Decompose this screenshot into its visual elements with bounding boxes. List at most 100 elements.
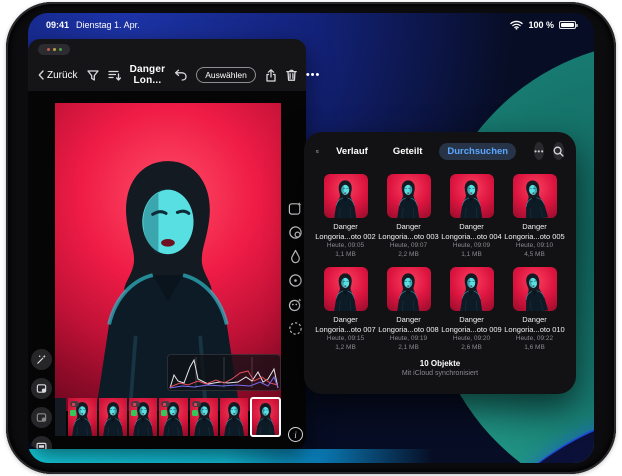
tab-verlauf[interactable]: Verlauf — [328, 143, 376, 160]
delete-button[interactable] — [286, 69, 297, 81]
photo-thumbnail[interactable] — [324, 267, 368, 311]
raw-badge — [192, 401, 201, 407]
photo-time: Heute, 09:07 — [377, 241, 440, 250]
wifi-icon — [510, 20, 523, 30]
photo-item[interactable]: Danger Longoria...oto 005 Heute, 09:10 4… — [503, 174, 566, 259]
photo-time: Heute, 09:05 — [314, 241, 377, 250]
browser-footer: 10 Objekte Mit iCloud synchronisiert — [304, 359, 576, 377]
filmstrip-thumb[interactable] — [159, 398, 187, 436]
photo-thumbnail[interactable] — [450, 174, 494, 218]
item-count: 10 Objekte — [304, 359, 576, 368]
photo-time: Heute, 09:22 — [503, 334, 566, 343]
photo-item[interactable]: Danger Longoria...oto 008 Heute, 09:19 2… — [377, 267, 440, 352]
retouch-icon[interactable] — [288, 297, 303, 312]
photo-time: Heute, 09:09 — [440, 241, 503, 250]
filter-button[interactable] — [87, 70, 99, 81]
more-adjust-icon[interactable] — [288, 321, 303, 336]
tab-durchsuchen[interactable]: Durchsuchen — [439, 143, 516, 160]
photo-thumbnail[interactable] — [324, 174, 368, 218]
magic-wand-button[interactable] — [31, 349, 52, 370]
photo-thumbnail[interactable] — [387, 267, 431, 311]
photo-item[interactable]: Danger Longoria...oto 002 Heute, 09:05 1… — [314, 174, 377, 259]
edited-badge — [161, 410, 167, 416]
photo-name: Danger Longoria...oto 010 — [504, 315, 566, 334]
filmstrip-thumb[interactable] — [55, 398, 66, 436]
window-controls[interactable] — [38, 44, 70, 55]
photos-editor-window: Zurück Danger Lon... Auswählen — [28, 39, 306, 449]
raw-badge — [161, 401, 170, 407]
ipad-device-frame: 09:41 Dienstag 1. Apr. 100 % — [6, 2, 616, 474]
status-bar: 09:41 Dienstag 1. Apr. 100 % — [28, 13, 594, 37]
wallpaper-cyan-strip — [28, 449, 468, 463]
photo-thumbnail[interactable] — [387, 174, 431, 218]
chevron-left-icon — [38, 70, 44, 80]
share-button[interactable] — [265, 69, 277, 82]
filmstrip-thumb[interactable] — [99, 398, 127, 436]
photos-browser-window: Verlauf Geteilt Durchsuchen ••• Danger L… — [304, 132, 576, 394]
photo-item[interactable]: Danger Longoria...oto 004 Heute, 09:09 1… — [440, 174, 503, 259]
paste-edits-button[interactable] — [31, 407, 52, 428]
clock: 09:41 — [46, 20, 69, 30]
photo-name: Danger Longoria...oto 003 — [378, 222, 440, 241]
trash-icon — [286, 69, 297, 81]
edited-badge — [131, 410, 137, 416]
photo-name: Danger Longoria...oto 005 — [504, 222, 566, 241]
photo-size: 2,2 MB — [377, 250, 440, 259]
sidebar-toggle-icon[interactable] — [316, 145, 319, 158]
photo-name: Danger Longoria...oto 002 — [315, 222, 377, 241]
editor-canvas: i — [28, 91, 306, 449]
back-button[interactable]: Zurück — [38, 70, 78, 81]
photo-item[interactable]: Danger Longoria...oto 009 Heute, 09:20 2… — [440, 267, 503, 352]
sort-button[interactable] — [108, 70, 121, 81]
browser-header: Verlauf Geteilt Durchsuchen ••• — [304, 132, 576, 170]
filmstrip-thumb[interactable] — [129, 398, 157, 436]
photo-item[interactable]: Danger Longoria...oto 007 Heute, 09:15 1… — [314, 267, 377, 352]
tab-geteilt[interactable]: Geteilt — [385, 143, 431, 160]
window-dot-yellow — [53, 48, 56, 51]
share-icon — [265, 69, 277, 82]
edited-badge — [70, 410, 76, 416]
search-icon — [553, 146, 564, 157]
photo-name: Danger Longoria...oto 007 — [315, 315, 377, 334]
raw-badge — [70, 401, 79, 407]
browser-more-button[interactable]: ••• — [534, 142, 544, 160]
photo-time: Heute, 09:19 — [377, 334, 440, 343]
sync-status: Mit iCloud synchronisiert — [304, 370, 576, 377]
ipad-screen: 09:41 Dienstag 1. Apr. 100 % — [28, 13, 594, 463]
filters-icon[interactable] — [288, 225, 303, 240]
back-label: Zurück — [47, 70, 78, 81]
date: Dienstag 1. Apr. — [76, 20, 140, 30]
battery-percent: 100 % — [528, 20, 554, 30]
photo-grid: Danger Longoria...oto 002 Heute, 09:05 1… — [304, 170, 576, 352]
editor-quick-actions — [31, 349, 52, 449]
filmstrip-thumb[interactable] — [68, 398, 96, 436]
info-button[interactable]: i — [288, 427, 303, 442]
photo-thumbnail[interactable] — [513, 174, 557, 218]
more-button[interactable]: ••• — [306, 70, 321, 81]
filmstrip-thumb[interactable] — [190, 398, 218, 436]
photo-size: 2,1 MB — [377, 343, 440, 352]
filmstrip — [55, 397, 281, 437]
adjust-icon[interactable] — [288, 249, 303, 264]
filmstrip-thumb-selected[interactable] — [250, 397, 281, 437]
auto-enhance-icon[interactable] — [288, 201, 303, 216]
copy-edits-button[interactable] — [31, 378, 52, 399]
window-dot-green — [59, 48, 62, 51]
edited-badge — [192, 410, 198, 416]
photo-size: 1,1 MB — [440, 250, 503, 259]
undo-button[interactable] — [174, 69, 187, 81]
photo-item[interactable]: Danger Longoria...oto 003 Heute, 09:07 2… — [377, 174, 440, 259]
photo-thumbnail[interactable] — [450, 267, 494, 311]
histogram-overlay — [167, 354, 281, 391]
filmstrip-thumb[interactable] — [220, 398, 248, 436]
photo-thumbnail[interactable] — [513, 267, 557, 311]
exposure-icon[interactable] — [288, 273, 303, 288]
photo-time: Heute, 09:15 — [314, 334, 377, 343]
adjustment-tools — [288, 201, 303, 336]
aspect-ratio-button[interactable] — [31, 436, 52, 449]
search-button[interactable] — [553, 142, 564, 160]
photo-item[interactable]: Danger Longoria...oto 010 Heute, 09:22 1… — [503, 267, 566, 352]
photo-name: Danger Longoria...oto 009 — [441, 315, 503, 334]
select-button[interactable]: Auswählen — [196, 67, 256, 83]
sort-lines-icon — [108, 70, 121, 81]
